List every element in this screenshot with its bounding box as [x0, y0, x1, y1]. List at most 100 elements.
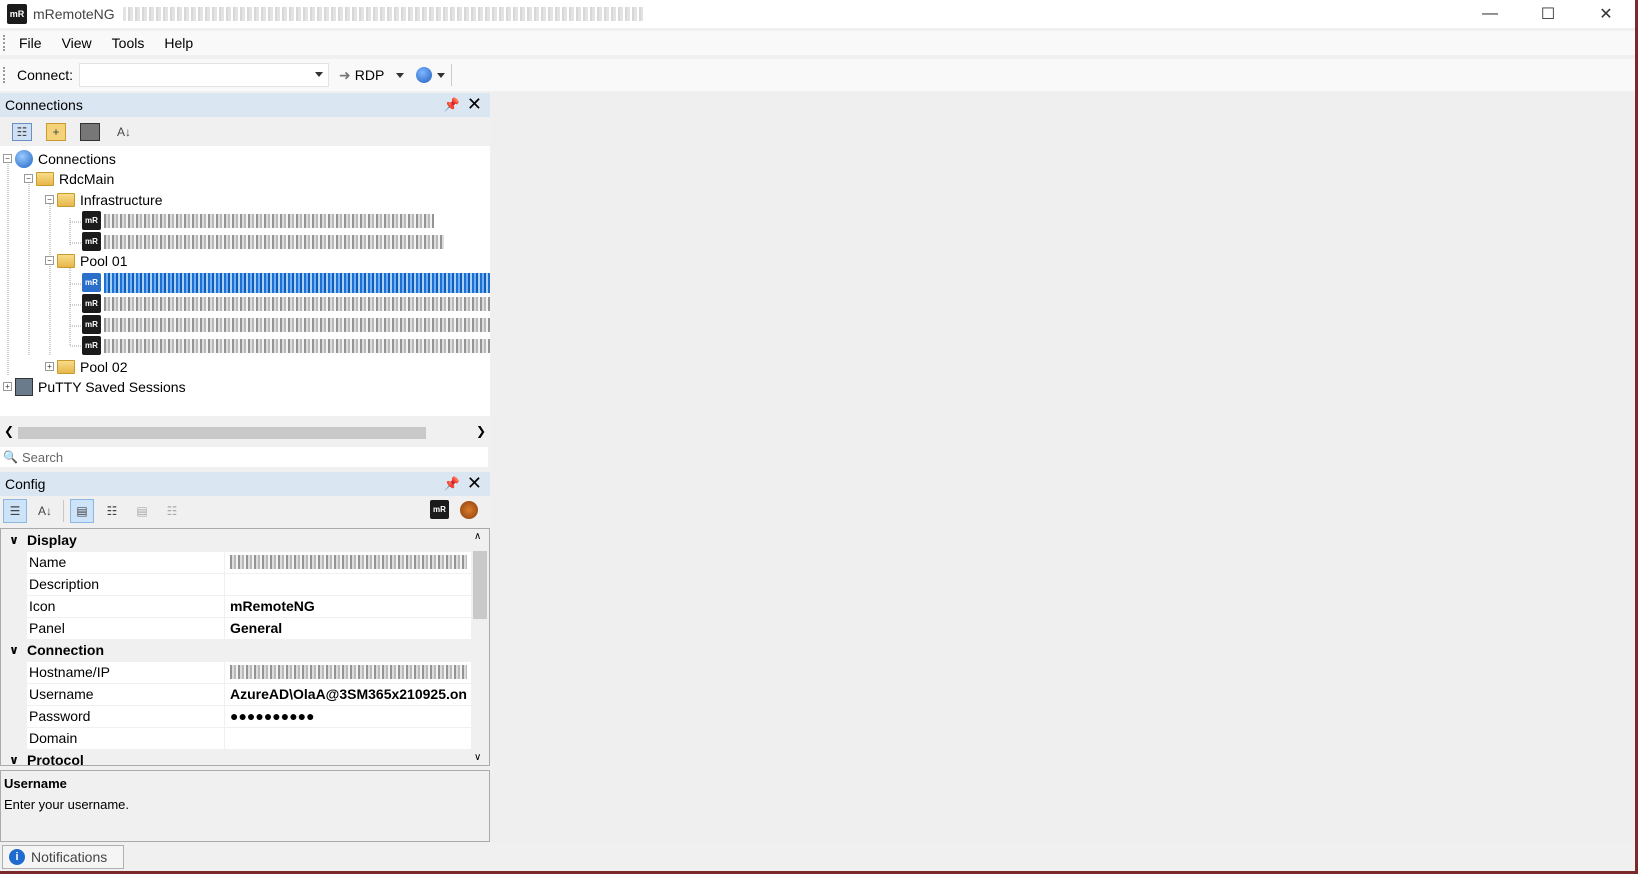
tree-node-connection-selected[interactable]: mR	[82, 272, 490, 293]
menu-file[interactable]: File	[9, 31, 52, 55]
property-value[interactable]	[225, 664, 467, 679]
tree-node-connection[interactable]: mR	[82, 335, 490, 356]
tree-node-connection[interactable]: mR	[82, 231, 444, 252]
redacted-hostname	[104, 338, 490, 353]
external-tools-button[interactable]	[416, 67, 446, 83]
protocol-button[interactable]: ➜ RDP	[339, 66, 405, 84]
host-status-icon[interactable]: mR	[430, 500, 449, 519]
folder-icon	[36, 171, 54, 186]
connections-panel-title: Connections	[5, 97, 83, 113]
toolbar-grip[interactable]	[3, 67, 9, 83]
chevron-down-icon[interactable]	[396, 72, 405, 78]
pin-icon[interactable]: 📌	[444, 476, 460, 492]
categorized-icon[interactable]: ☰	[3, 499, 27, 523]
property-row-domain[interactable]: Domain	[1, 727, 471, 750]
menu-help[interactable]: Help	[154, 31, 203, 55]
connections-panel-header[interactable]: Connections 📌 ✕	[0, 93, 490, 117]
scroll-down-icon[interactable]: ∨	[474, 752, 481, 763]
menu-tools[interactable]: Tools	[102, 31, 155, 55]
tree-node-label: Pool 01	[80, 252, 128, 269]
menu-view[interactable]: View	[52, 31, 102, 55]
sort-az-icon[interactable]: A↓	[33, 499, 57, 523]
scrollbar-thumb[interactable]	[473, 551, 487, 619]
property-row-name[interactable]: Name	[1, 551, 471, 574]
connection-icon: mR	[82, 336, 101, 355]
chevron-down-icon[interactable]	[437, 72, 446, 78]
new-connection-icon[interactable]: ☷	[12, 123, 32, 141]
default-inheritance-icon[interactable]: ☷	[160, 499, 184, 523]
tree-search-field[interactable]: 🔍 Search	[0, 447, 488, 467]
tree-node-connection[interactable]: mR	[82, 293, 490, 314]
inheritance-icon[interactable]: ☷	[100, 499, 124, 523]
minimize-button[interactable]: —	[1461, 0, 1519, 28]
tree-node-infrastructure[interactable]: − Infrastructure	[45, 189, 162, 210]
connection-icon: mR	[82, 232, 101, 251]
tree-node-pool01[interactable]: − Pool 01	[45, 250, 127, 271]
help-description: Enter your username.	[4, 797, 130, 812]
tree-node-connection[interactable]: mR	[82, 210, 434, 231]
property-label: Description	[27, 573, 225, 595]
tree-node-rdcmain[interactable]: − RdcMain	[24, 168, 114, 189]
info-icon: i	[9, 849, 25, 865]
property-row-username[interactable]: Username AzureAD\OlaA@3SM365x210925.onr	[1, 683, 471, 706]
category-protocol[interactable]: ∨ Protocol	[1, 749, 471, 765]
connect-arrow-icon: ➜	[339, 66, 351, 83]
property-value[interactable]	[225, 554, 467, 569]
property-value[interactable]: ●●●●●●●●●●	[225, 708, 467, 724]
property-row-panel[interactable]: Panel General	[1, 617, 471, 640]
chevron-down-icon[interactable]: ∨	[1, 643, 27, 657]
cookie-icon[interactable]	[460, 500, 478, 519]
tree-node-putty[interactable]: + PuTTY Saved Sessions	[3, 376, 186, 397]
category-connection[interactable]: ∨ Connection	[1, 639, 471, 662]
close-icon[interactable]: ✕	[467, 94, 482, 115]
property-row-hostname[interactable]: Hostname/IP	[1, 661, 471, 684]
property-value[interactable]: General	[225, 620, 467, 636]
scroll-right-icon[interactable]: ❯	[476, 424, 486, 438]
config-panel-header[interactable]: Config 📌 ✕	[0, 472, 490, 496]
tree-horizontal-scrollbar[interactable]: ❮ ❯	[0, 424, 490, 441]
connect-combo[interactable]	[79, 63, 330, 87]
property-value[interactable]: mRemoteNG	[225, 598, 467, 614]
new-folder-icon[interactable]: +	[46, 123, 66, 141]
tree-node-connections[interactable]: − Connections	[3, 148, 116, 169]
expand-icon[interactable]: +	[3, 382, 12, 391]
scroll-left-icon[interactable]: ❮	[4, 424, 14, 438]
collapse-icon[interactable]: −	[45, 195, 54, 204]
notifications-tab[interactable]: i Notifications	[2, 845, 124, 869]
close-icon[interactable]: ✕	[467, 473, 482, 494]
globe-icon	[416, 67, 433, 83]
expand-icon[interactable]: +	[45, 362, 54, 371]
category-label: Display	[27, 532, 77, 549]
tree-node-pool02[interactable]: + Pool 02	[45, 356, 127, 377]
protocol-label: RDP	[354, 67, 385, 83]
collapse-icon[interactable]: −	[45, 256, 54, 265]
maximize-button[interactable]: ☐	[1519, 0, 1577, 28]
collapse-icon[interactable]: −	[24, 174, 33, 183]
chevron-down-icon[interactable]	[315, 72, 324, 77]
category-display[interactable]: ∨ Display	[1, 529, 471, 552]
close-window-button[interactable]: ✕	[1577, 0, 1635, 28]
properties-icon[interactable]: ▤	[70, 499, 94, 523]
property-row-icon[interactable]: Icon mRemoteNG	[1, 595, 471, 618]
folder-icon	[57, 359, 75, 374]
sort-az-icon[interactable]: A↓	[114, 123, 134, 141]
notifications-label: Notifications	[31, 849, 108, 865]
scrollbar-thumb[interactable]	[18, 427, 426, 439]
chevron-down-icon[interactable]: ∨	[1, 753, 27, 765]
collapse-icon[interactable]: −	[3, 154, 12, 163]
redacted-hostname	[104, 272, 490, 293]
view-icon[interactable]	[80, 123, 100, 141]
scroll-up-icon[interactable]: ∧	[474, 531, 481, 542]
connections-tree: − Connections − RdcMain − Infrastructure…	[0, 146, 490, 416]
pin-icon[interactable]: 📌	[444, 97, 460, 113]
property-grid-vertical-scrollbar[interactable]: ∧ ∨	[471, 529, 489, 765]
property-value[interactable]: AzureAD\OlaA@3SM365x210925.onr	[225, 686, 467, 702]
status-bar: i Notifications	[0, 843, 1635, 871]
default-properties-icon[interactable]: ▤	[130, 499, 154, 523]
tree-node-connection[interactable]: mR	[82, 314, 490, 335]
connection-workspace[interactable]	[491, 93, 1635, 843]
chevron-down-icon[interactable]: ∨	[1, 533, 27, 547]
property-row-description[interactable]: Description	[1, 573, 471, 596]
property-label: Panel	[27, 617, 225, 639]
property-row-password[interactable]: Password ●●●●●●●●●●	[1, 705, 471, 728]
